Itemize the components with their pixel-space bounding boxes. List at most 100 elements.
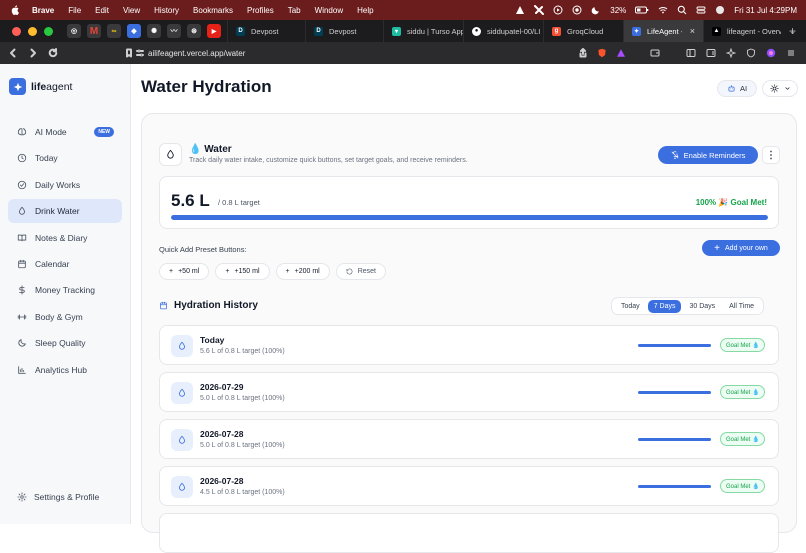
sidebar-item-daily-works[interactable]: Daily Works	[8, 173, 122, 197]
history-row[interactable]: 2026-07-29 5.0 L of 0.8 L target (100%) …	[159, 372, 779, 412]
history-row[interactable]: 2026-07-28 5.0 L of 0.8 L target (100%) …	[159, 419, 779, 459]
profile-avatar-icon[interactable]	[766, 48, 776, 58]
history-progress-fill	[638, 391, 711, 394]
tab-github[interactable]: ● siddupatel-00/LI	[463, 20, 543, 42]
tab-groqcloud[interactable]: g GroqCloud	[543, 20, 623, 42]
brand-logo[interactable]: lifeagent	[9, 78, 72, 95]
sidebar-item-ai-mode[interactable]: AI Mode NEW	[8, 120, 122, 144]
menu-bookmarks[interactable]: Bookmarks	[193, 6, 233, 15]
site-info-icon[interactable]	[135, 48, 145, 58]
sidebar-item-drink-water[interactable]: Drink Water	[8, 199, 122, 224]
sidebar-toggle-icon[interactable]	[686, 48, 696, 58]
menu-view[interactable]: View	[123, 6, 140, 15]
page-title: Water Hydration	[141, 77, 272, 96]
siri-icon[interactable]	[715, 5, 725, 15]
enable-reminders-button[interactable]: Enable Reminders	[658, 146, 758, 164]
back-icon[interactable]	[8, 48, 18, 58]
tab-devpost-2[interactable]: D Devpost	[305, 20, 383, 42]
range-tab-30-days[interactable]: 30 Days	[683, 300, 721, 313]
sidebar-item-analytics-hub[interactable]: Analytics Hub	[8, 358, 122, 382]
sidebar-item-label: Money Tracking	[35, 285, 95, 296]
apple-logo-icon[interactable]	[11, 5, 20, 15]
bookmark-icon[interactable]	[124, 48, 134, 58]
reader-mode-icon[interactable]	[706, 48, 716, 58]
menu-icon[interactable]	[786, 48, 796, 58]
minimize-window-button[interactable]	[28, 26, 37, 36]
pinned-tab-infinity-icon[interactable]: ∞	[107, 24, 121, 38]
battery-icon[interactable]	[635, 5, 649, 15]
tab-label: Devpost	[251, 26, 279, 36]
url-field[interactable]: ailifeagent.vercel.app/water	[148, 49, 245, 58]
menu-profiles[interactable]: Profiles	[247, 6, 274, 15]
menu-tab[interactable]: Tab	[288, 6, 301, 15]
tab-vercel[interactable]: ▲ lifeagent - Overv	[703, 20, 781, 42]
preset-150ml-button[interactable]: + +150 ml	[215, 263, 270, 280]
sidebar-item-money-tracking[interactable]: Money Tracking	[8, 278, 122, 302]
brave-rewards-icon[interactable]	[616, 48, 626, 58]
forward-icon[interactable]	[28, 48, 38, 58]
menu-history[interactable]: History	[154, 6, 179, 15]
wallet-icon[interactable]	[650, 48, 660, 58]
history-row[interactable]: 2026-07-28 4.5 L of 0.8 L target (100%) …	[159, 466, 779, 506]
pinned-tab-youtube-icon[interactable]: ▶	[207, 24, 221, 38]
range-tab-today[interactable]: Today	[615, 300, 646, 313]
control-center-icon[interactable]	[696, 5, 706, 15]
menu-edit[interactable]: Edit	[95, 6, 109, 15]
vpn-shield-icon[interactable]	[746, 48, 756, 58]
range-tab-all-time[interactable]: All Time	[723, 300, 760, 313]
share-icon[interactable]	[578, 48, 588, 58]
menu-window[interactable]: Window	[315, 6, 343, 15]
close-tab-icon[interactable]: ×	[690, 26, 695, 36]
menu-app-name[interactable]: Brave	[32, 6, 54, 15]
wifi-icon[interactable]	[658, 5, 668, 15]
bell-off-icon	[671, 151, 678, 159]
reset-button[interactable]: Reset	[335, 263, 387, 280]
play-circle-icon[interactable]	[553, 5, 563, 15]
history-row[interactable]: Today 5.6 L of 0.8 L target (100%) Goal …	[159, 325, 779, 365]
add-your-own-button[interactable]: + Add your own	[702, 240, 780, 256]
status-triangle-icon[interactable]	[515, 5, 525, 15]
lifeagent-app: lifeagent AI Mode NEW Today Daily Works …	[0, 64, 806, 553]
theme-toggle-button[interactable]	[762, 80, 798, 97]
brave-shields-icon[interactable]	[597, 48, 607, 58]
pinned-tab-chatgpt-icon[interactable]: ✺	[147, 24, 161, 38]
moon-icon[interactable]	[591, 5, 601, 15]
sidebar-item-body-gym[interactable]: Body & Gym	[8, 305, 122, 329]
sidebar-item-notes-diary[interactable]: Notes & Diary	[8, 226, 122, 250]
tab-devpost-1[interactable]: D Devpost	[227, 20, 305, 42]
record-icon[interactable]	[572, 5, 582, 15]
sidebar-item-today[interactable]: Today	[8, 146, 122, 170]
more-options-button[interactable]: ⋮	[762, 146, 780, 164]
tab-lifeagent-active[interactable]: ✦ LifeAgent - AI ×	[623, 20, 703, 42]
preset-50ml-button[interactable]: + +50 ml	[159, 263, 210, 280]
pinned-tab-wave-icon[interactable]: 〰	[167, 24, 181, 38]
reload-icon[interactable]	[48, 48, 58, 58]
close-window-button[interactable]	[12, 26, 21, 36]
tab-overflow-chevron-icon[interactable]: ⌄	[789, 27, 796, 36]
pinned-tab-docs-icon[interactable]: ◆	[127, 24, 141, 38]
bar-chart-icon	[18, 365, 26, 374]
pen-off-icon[interactable]	[534, 5, 545, 15]
groq-favicon-icon: g	[552, 26, 561, 36]
menu-clock[interactable]: Fri 31 Jul 4:29PM	[734, 6, 797, 15]
menu-file[interactable]: File	[68, 6, 81, 15]
pinned-tab-gmail-icon[interactable]: M	[87, 24, 101, 38]
tab-turso[interactable]: ▾ siddu | Turso App	[383, 20, 463, 42]
history-row-partial[interactable]	[159, 513, 779, 553]
preset-200ml-button[interactable]: + +200 ml	[275, 263, 330, 280]
settings-profile-link[interactable]: Settings & Profile	[17, 492, 99, 502]
droplet-icon	[171, 429, 193, 451]
sidebar-item-calendar[interactable]: Calendar	[8, 252, 122, 276]
menu-help[interactable]: Help	[357, 6, 373, 15]
pinned-tab-chrome-icon[interactable]: ◎	[67, 24, 81, 38]
droplet-icon	[171, 382, 193, 404]
search-icon[interactable]	[677, 5, 687, 15]
pinned-tab-openai-icon[interactable]: ⊛	[187, 24, 201, 38]
leo-ai-icon[interactable]	[726, 48, 736, 58]
ai-button[interactable]: AI	[717, 80, 757, 97]
clock-icon	[17, 154, 27, 163]
sidebar-item-sleep-quality[interactable]: Sleep Quality	[8, 331, 122, 355]
zoom-window-button[interactable]	[44, 26, 53, 36]
new-badge: NEW	[94, 127, 114, 137]
range-tab-7-days[interactable]: 7 Days	[647, 299, 682, 313]
